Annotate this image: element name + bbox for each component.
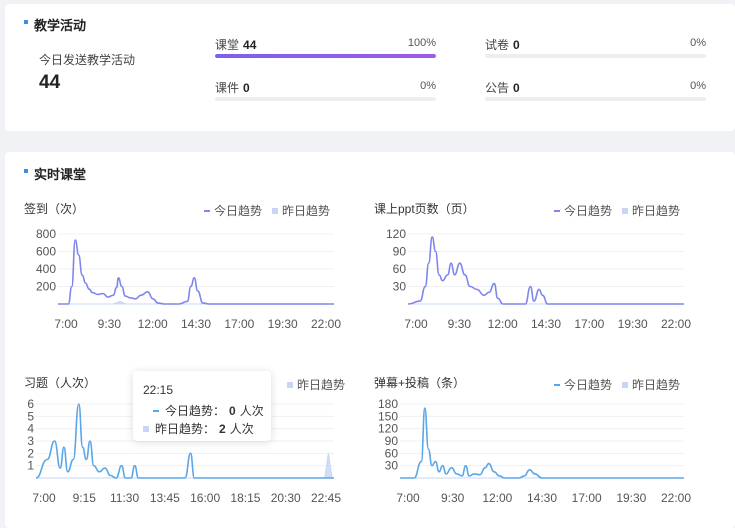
y-tick-label: 60 — [393, 262, 407, 276]
stat-classroom-bar — [215, 54, 436, 58]
x-tick-label: 12:00 — [488, 317, 518, 331]
x-tick-label: 9:30 — [448, 317, 472, 331]
stat-announcement: 公告 0 0% — [485, 79, 706, 119]
x-tick-label: 7:00 — [396, 491, 420, 505]
x-tick-label: 13:45 — [150, 491, 180, 505]
x-tick-label: 11:30 — [110, 491, 139, 505]
y-tick-label: 30 — [385, 459, 399, 473]
stat-courseware-percent: 0% — [420, 80, 436, 92]
chart-plot: 120 90 60 30 7:00 9:30 12:00 14:30 17:00 19:30 22:… — [386, 227, 691, 331]
y-tick-label: 30 — [393, 280, 407, 294]
x-tick-label: 14:30 — [181, 317, 211, 331]
stat-classroom-value: 44 — [243, 38, 257, 52]
x-tick-label: 22:45 — [311, 491, 341, 505]
x-tick-label: 19:30 — [618, 317, 648, 331]
y-tick-label: 90 — [393, 245, 407, 259]
tooltip-time: 22:15 — [143, 383, 174, 397]
stat-courseware-value: 0 — [243, 81, 250, 95]
y-tick-label: 120 — [386, 227, 406, 241]
stat-exam-label: 试卷 — [485, 38, 510, 52]
y-tick-label: 400 — [36, 262, 56, 276]
y-tick-label: 200 — [36, 280, 56, 294]
x-tick-label: 12:00 — [482, 491, 512, 505]
chart-tooltip: 22:15 今日趋势： 0 人次 昨日趋势： 2 人次 — [133, 371, 271, 441]
y-tick-label: 1 — [27, 459, 34, 473]
stat-exam-value: 0 — [513, 38, 520, 52]
stat-classroom-percent: 100% — [407, 37, 436, 49]
x-tick-label: 18:15 — [230, 491, 260, 505]
stat-classroom-label: 课堂 — [215, 38, 240, 52]
stat-announcement-label: 公告 — [485, 81, 510, 95]
stat-classroom: 课堂 44 100% — [215, 36, 436, 76]
stat-courseware-bar — [215, 97, 436, 101]
ppt-pages-chart: 课上ppt页数（页） 今日趋势 昨日趋势 120 90 60 30 7:00 9:30 12… — [374, 200, 694, 335]
x-tick-label: 9:30 — [98, 317, 122, 331]
x-tick-label: 14:30 — [531, 317, 561, 331]
stat-courseware-label: 课件 — [215, 81, 240, 95]
x-tick-label: 17:00 — [572, 491, 602, 505]
tooltip-today-icon — [153, 409, 159, 412]
x-tick-label: 12:00 — [138, 317, 168, 331]
checkin-chart: 签到（次） 今日趋势 昨日趋势 800 600 400 200 7:00 9:30 12:0… — [24, 200, 344, 335]
series-today — [399, 407, 684, 479]
x-tick-label: 7:00 — [404, 317, 428, 331]
x-tick-label: 19:30 — [616, 491, 646, 505]
x-tick-label: 9:30 — [441, 491, 465, 505]
x-tick-label: 17:00 — [224, 317, 254, 331]
stat-exam-bar — [485, 54, 706, 58]
x-tick-label: 7:00 — [32, 491, 56, 505]
stat-exam-percent: 0% — [690, 37, 706, 49]
danmaku-chart: 弹幕+投稿（条） 今日趋势 昨日趋势 180 150 120 90 60 30 7:00 9:… — [374, 374, 694, 509]
live-classroom-title: 实时课堂 — [23, 164, 86, 183]
tooltip-today-row: 今日趋势： 0 人次 — [153, 402, 264, 419]
tooltip-yesterday-row: 昨日趋势： 2 人次 — [143, 420, 254, 437]
x-tick-label: 22:00 — [661, 491, 691, 505]
tooltip-yesterday-icon — [143, 425, 149, 432]
chart-plot: 800 600 400 200 7:00 9:30 12:00 14:30 17:00 19:30… — [36, 227, 341, 331]
x-tick-label: 9:15 — [73, 491, 97, 505]
y-tick-label: 800 — [36, 227, 56, 241]
stat-exam: 试卷 0 0% — [485, 36, 706, 76]
series-today — [407, 236, 684, 305]
x-tick-label: 22:00 — [311, 317, 341, 331]
y-tick-label: 600 — [36, 245, 56, 259]
x-tick-label: 14:30 — [527, 491, 557, 505]
stat-announcement-bar — [485, 97, 706, 101]
stat-announcement-value: 0 — [513, 81, 520, 95]
x-tick-label: 22:00 — [661, 317, 691, 331]
x-tick-label: 19:30 — [268, 317, 298, 331]
x-tick-label: 7:00 — [54, 317, 78, 331]
chart-plot: 1801501209060307:00 9:30 12:00 14:30 17:00 19… — [378, 397, 691, 505]
x-tick-label: 16:00 — [190, 491, 220, 505]
stat-classroom-bar-fill — [215, 54, 436, 58]
teaching-activity-title: 教学活动 — [23, 15, 86, 34]
x-tick-label: 20:30 — [271, 491, 301, 505]
total-activity-value: 44 — [39, 72, 61, 93]
stat-announcement-percent: 0% — [690, 80, 706, 92]
x-tick-label: 17:00 — [574, 317, 604, 331]
teaching-activity-card: 教学活动 今日发送教学活动 44 课堂 44 100% 课件 0 0% 试卷 0 0%… — [5, 4, 735, 131]
series-today — [57, 239, 334, 305]
total-activity-label: 今日发送教学活动 — [39, 53, 136, 67]
stat-courseware: 课件 0 0% — [215, 79, 436, 119]
